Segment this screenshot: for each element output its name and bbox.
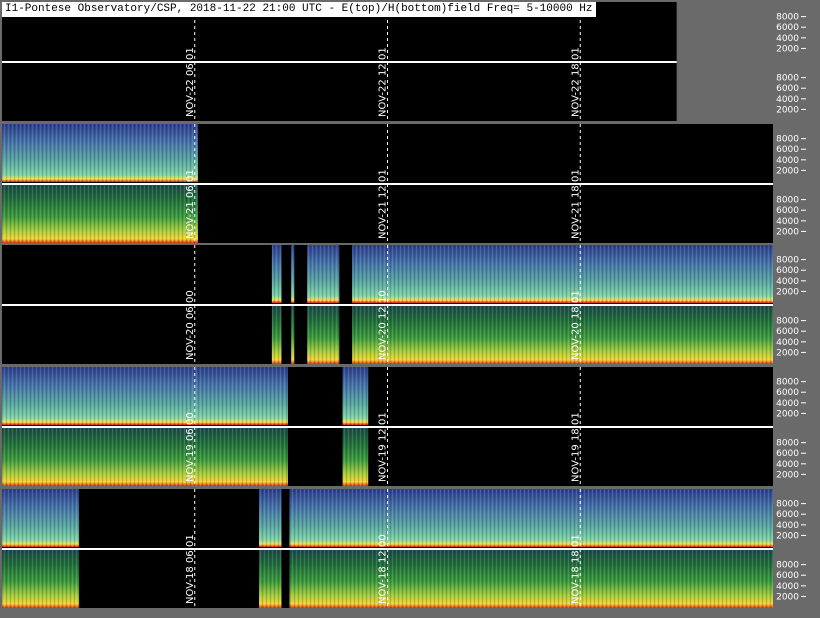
freq-tick-nov-22-e-1: 4000	[776, 34, 799, 44]
freq-tick-nov-22-h-0: 2000	[776, 105, 799, 115]
freq-tick-nov-18-h-0: 2000	[776, 592, 799, 602]
freq-tick-nov-19-e-3: 8000	[776, 378, 799, 388]
timestamp-label-nov-19-2: NOV-19 18:01	[570, 412, 581, 482]
freq-tick-nov-19-h-0: 2000	[776, 470, 799, 480]
h-field-texture-nov-18-0	[2, 550, 80, 608]
freq-tick-nov-19-e-0: 2000	[776, 409, 799, 419]
timestamp-label-nov-22-1: NOV-22 12:01	[378, 47, 389, 117]
timestamp-label-nov-22-0: NOV-22 06:01	[185, 47, 196, 117]
freq-tick-nov-20-e-1: 4000	[776, 277, 799, 287]
freq-tick-nov-20-e-2: 6000	[776, 266, 799, 276]
freq-tick-nov-20-e-0: 2000	[776, 287, 799, 297]
timestamp-label-nov-22-2: NOV-22 18:01	[570, 47, 581, 117]
freq-tick-nov-22-h-2: 6000	[776, 84, 799, 94]
freq-tick-nov-22-h-1: 4000	[776, 95, 799, 105]
h-field-texture-nov-21-0	[2, 185, 198, 243]
freq-tick-nov-21-e-1: 4000	[776, 156, 799, 166]
freq-tick-nov-20-h-0: 2000	[776, 348, 799, 358]
freq-tick-nov-22-h-3: 8000	[776, 74, 799, 84]
freq-tick-nov-19-h-1: 4000	[776, 460, 799, 470]
freq-tick-nov-22-e-3: 8000	[776, 13, 799, 23]
timestamp-label-nov-18-2: NOV-18 18:01	[570, 534, 581, 604]
freq-tick-nov-21-e-2: 6000	[776, 145, 799, 155]
freq-tick-nov-18-e-3: 8000	[776, 500, 799, 510]
h-field-texture-nov-18-1	[259, 550, 282, 608]
e-field-texture-nov-18-2	[289, 489, 773, 547]
freq-tick-nov-21-h-0: 2000	[776, 227, 799, 237]
timestamp-label-nov-20-0: NOV-20 06:00	[185, 290, 196, 360]
e-field-texture-nov-20-3	[352, 245, 773, 303]
freq-tick-nov-19-h-3: 8000	[776, 439, 799, 449]
freq-tick-nov-21-h-3: 8000	[776, 196, 799, 206]
freq-tick-nov-21-e-0: 2000	[776, 166, 799, 176]
freq-tick-nov-22-e-2: 6000	[776, 23, 799, 33]
h-field-texture-nov-19-1	[342, 428, 369, 486]
e-field-texture-nov-18-0	[2, 489, 80, 547]
h-field-texture-nov-19-0	[2, 428, 288, 486]
e-field-texture-nov-21-0	[2, 124, 198, 182]
timestamp-label-nov-18-1: NOV-18 12:00	[378, 534, 389, 604]
freq-tick-nov-22-e-0: 2000	[776, 44, 799, 54]
timestamp-label-nov-20-2: NOV-20 18:01	[570, 290, 581, 360]
timestamp-label-nov-20-1: NOV-20 12:10	[378, 290, 389, 360]
freq-tick-nov-18-h-2: 6000	[776, 571, 799, 581]
freq-tick-nov-20-e-3: 8000	[776, 256, 799, 266]
timestamp-label-nov-19-1: NOV-19 12:01	[378, 412, 389, 482]
e-field-texture-nov-18-1	[259, 489, 282, 547]
timestamp-label-nov-19-0: NOV-19 06:00	[185, 412, 196, 482]
h-field-texture-nov-20-1	[291, 306, 295, 364]
timestamp-label-nov-21-0: NOV-21 06:01	[185, 169, 196, 239]
freq-tick-nov-20-h-1: 4000	[776, 338, 799, 348]
spectrogram-chart: NOV-22 06:01 NOV-22 12:01 NOV-22 18:01 2000…	[0, 0, 820, 614]
e-field-texture-nov-20-0	[271, 245, 282, 303]
spectrogram-svg: NOV-22 06:01 NOV-22 12:01 NOV-22 18:01 2000…	[2, 2, 806, 608]
freq-tick-nov-20-h-3: 8000	[776, 317, 799, 327]
chart-title: I1-Pontese Observatory/CSP, 2018-11-22 2…	[2, 2, 596, 17]
e-field-texture-nov-19-1	[342, 367, 369, 425]
freq-tick-nov-19-e-2: 6000	[776, 388, 799, 398]
freq-tick-nov-18-h-3: 8000	[776, 561, 799, 571]
freq-tick-nov-19-e-1: 4000	[776, 399, 799, 409]
h-field-texture-nov-20-0	[271, 306, 282, 364]
timestamp-label-nov-18-0: NOV-18 06:01	[185, 534, 196, 604]
timestamp-label-nov-21-2: NOV-21 18:01	[570, 169, 581, 239]
e-field-texture-nov-20-1	[291, 245, 295, 303]
freq-tick-nov-21-h-2: 6000	[776, 206, 799, 216]
e-field-texture-nov-20-2	[307, 245, 340, 303]
h-field-texture-nov-20-3	[352, 306, 773, 364]
plot-layer: NOV-22 06:01 NOV-22 12:01 NOV-22 18:01 2000…	[2, 2, 806, 608]
freq-tick-nov-18-e-2: 6000	[776, 510, 799, 520]
h-field-texture-nov-20-2	[307, 306, 340, 364]
freq-tick-nov-21-h-1: 4000	[776, 217, 799, 227]
freq-tick-nov-21-e-3: 8000	[776, 135, 799, 145]
h-field-texture-nov-18-2	[289, 550, 773, 608]
e-field-texture-nov-19-0	[2, 367, 288, 425]
freq-tick-nov-18-e-0: 2000	[776, 531, 799, 541]
freq-tick-nov-19-h-2: 6000	[776, 449, 799, 459]
freq-tick-nov-18-h-1: 4000	[776, 582, 799, 592]
freq-tick-nov-20-h-2: 6000	[776, 327, 799, 337]
timestamp-label-nov-21-1: NOV-21 12:01	[378, 169, 389, 239]
freq-tick-nov-18-e-1: 4000	[776, 521, 799, 531]
